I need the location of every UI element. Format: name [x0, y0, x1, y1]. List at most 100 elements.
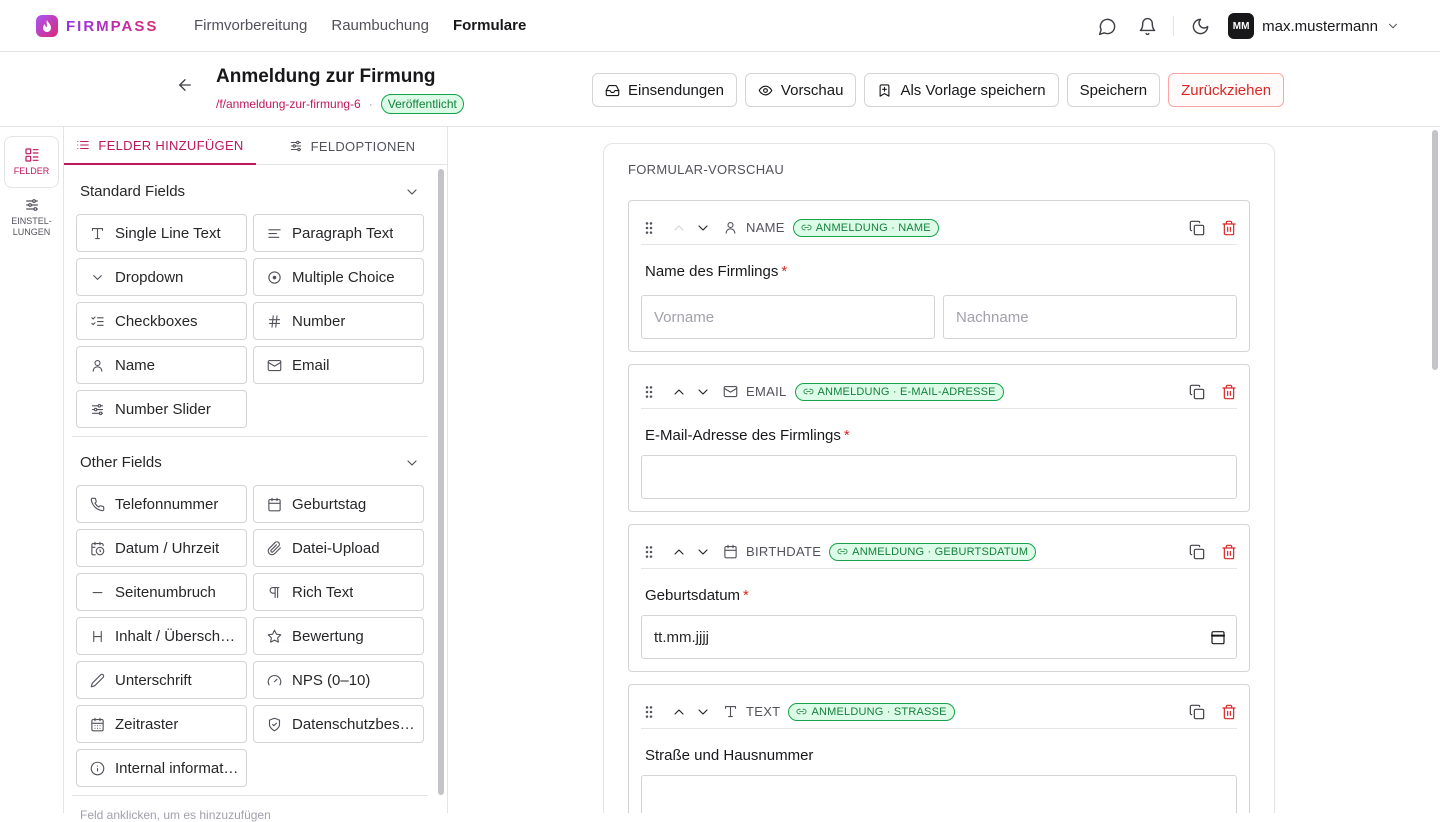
form-field-card[interactable]: TEXT ANMELDUNG · STRASSE Straße und Haus… — [628, 684, 1250, 813]
add-field-datenschutz[interactable]: Datenschutzbest… — [253, 705, 424, 743]
form-field-card[interactable]: NAME ANMELDUNG · NAME Name des Firmlings… — [628, 200, 1250, 352]
tab-add-fields-label: FELDER HINZUFÜGEN — [98, 137, 244, 153]
add-field-checkboxes[interactable]: Checkboxes — [76, 302, 247, 340]
tab-add-fields[interactable]: FELDER HINZUFÜGEN — [64, 127, 256, 165]
mail-icon — [723, 385, 738, 398]
field-label: Checkboxes — [115, 312, 198, 330]
add-field-name[interactable]: Name — [76, 346, 247, 384]
top-navigation: FIRMPASS Firmvorbereitung Raumbuchung Fo… — [0, 0, 1440, 52]
moon-icon[interactable] — [1186, 12, 1214, 40]
birthdate-input[interactable]: tt.mm.jjjj — [641, 615, 1237, 659]
add-field-rich-text[interactable]: Rich Text — [253, 573, 424, 611]
add-field-telefonnummer[interactable]: Telefonnummer — [76, 485, 247, 523]
copy-icon[interactable] — [1189, 220, 1205, 236]
mapping-badge: ANMELDUNG · GEBURTSDATUM — [829, 542, 1037, 561]
add-field-paragraph-text[interactable]: Paragraph Text — [253, 214, 424, 252]
chevron-down-icon[interactable] — [1386, 19, 1400, 33]
save-button[interactable]: Speichern — [1066, 73, 1161, 107]
avatar[interactable]: MM — [1228, 13, 1255, 39]
trash-icon[interactable] — [1221, 220, 1237, 236]
left-rail: FELDER EINSTEL- LUNGEN — [0, 127, 64, 813]
first-name-input[interactable]: Vorname — [641, 295, 935, 339]
trash-icon[interactable] — [1221, 544, 1237, 560]
user-icon — [92, 359, 103, 372]
form-slug-link[interactable]: /f/anmeldung-zur-firmung-6 — [216, 97, 361, 111]
nav-link-raumbuchung[interactable]: Raumbuchung — [331, 17, 429, 34]
rail-item-fields[interactable]: FELDER — [4, 136, 59, 188]
preview-scrollbar[interactable] — [1432, 130, 1438, 370]
add-field-number-slider[interactable]: Number Slider — [76, 390, 247, 428]
add-field-zeitraster[interactable]: Zeitraster — [76, 705, 247, 743]
tab-field-options[interactable]: FELDOPTIONEN — [256, 127, 448, 165]
add-field-seitenumbruch[interactable]: Seitenumbruch — [76, 573, 247, 611]
add-field-unterschrift[interactable]: Unterschrift — [76, 661, 247, 699]
chevron-down-icon[interactable] — [695, 544, 711, 560]
username[interactable]: max.mustermann — [1262, 18, 1378, 35]
submissions-button[interactable]: Einsendungen — [592, 73, 737, 107]
add-field-multiple-choice[interactable]: Multiple Choice — [253, 258, 424, 296]
field-label: Rich Text — [292, 583, 354, 601]
nav-divider — [1173, 16, 1175, 36]
grip-icon[interactable] — [641, 220, 657, 236]
required-asterisk: * — [743, 587, 749, 604]
form-field-card[interactable]: EMAIL ANMELDUNG · E-MAIL-ADRESSE E-Mail-… — [628, 364, 1250, 512]
panel-scrollbar[interactable] — [438, 169, 444, 795]
add-field-single-line-text[interactable]: Single Line Text — [76, 214, 247, 252]
add-field-email[interactable]: Email — [253, 346, 424, 384]
grip-icon[interactable] — [641, 544, 657, 560]
copy-icon[interactable] — [1189, 384, 1205, 400]
chevron-up-icon[interactable] — [671, 704, 687, 720]
last-name-input[interactable]: Nachname — [943, 295, 1237, 339]
copy-icon[interactable] — [1189, 544, 1205, 560]
other-fields-header[interactable]: Other Fields — [80, 454, 420, 471]
chevron-up-icon[interactable] — [671, 220, 687, 236]
add-field-datum-uhrzeit[interactable]: Datum / Uhrzeit — [76, 529, 247, 567]
form-field-card[interactable]: BIRTHDATE ANMELDUNG · GEBURTSDATUM Gebur… — [628, 524, 1250, 672]
nav-link-formulare[interactable]: Formulare — [453, 17, 526, 34]
bell-icon[interactable] — [1133, 12, 1161, 40]
save-template-button[interactable]: Als Vorlage speichern — [864, 73, 1059, 107]
add-field-dropdown[interactable]: Dropdown — [76, 258, 247, 296]
chevron-down-icon[interactable] — [695, 220, 711, 236]
add-field-internal-information[interactable]: Internal informati… — [76, 749, 247, 787]
email-input[interactable] — [641, 455, 1237, 499]
street-input[interactable] — [641, 775, 1237, 813]
trash-icon[interactable] — [1221, 704, 1237, 720]
info-icon — [90, 761, 105, 775]
grip-icon[interactable] — [641, 704, 657, 720]
paperclip-icon — [267, 540, 281, 555]
grip-icon[interactable] — [641, 384, 657, 400]
copy-icon[interactable] — [1189, 704, 1205, 720]
preview-button[interactable]: Vorschau — [744, 73, 857, 107]
add-field-geburtstag[interactable]: Geburtstag — [253, 485, 424, 523]
back-arrow-icon[interactable] — [176, 76, 196, 96]
add-field-inhalt-ueberschrift[interactable]: Inhalt / Überschri… — [76, 617, 247, 655]
chat-icon[interactable] — [1093, 12, 1121, 40]
standard-fields-header[interactable]: Standard Fields — [80, 183, 420, 200]
chevron-up-icon[interactable] — [671, 384, 687, 400]
link-icon — [803, 388, 813, 395]
hash-icon — [268, 314, 281, 328]
inbox-icon — [605, 84, 620, 96]
add-field-datei-upload[interactable]: Datei-Upload — [253, 529, 424, 567]
nav-link-firmvorbereitung[interactable]: Firmvorbereitung — [194, 17, 307, 34]
field-label: Number Slider — [115, 400, 211, 418]
brand-logo[interactable]: FIRMPASS — [36, 15, 158, 37]
trash-icon[interactable] — [1221, 384, 1237, 400]
chevron-down-icon[interactable] — [695, 704, 711, 720]
field-question-text: Geburtsdatum — [645, 587, 741, 604]
calendar-icon[interactable] — [1210, 629, 1226, 645]
chevron-down-icon[interactable] — [695, 384, 711, 400]
field-label: Datei-Upload — [292, 539, 380, 557]
add-field-number[interactable]: Number — [253, 302, 424, 340]
list-icon — [77, 140, 90, 150]
rail-item-settings[interactable]: EINSTEL- LUNGEN — [4, 191, 59, 243]
chevron-up-icon[interactable] — [671, 544, 687, 560]
field-label: Paragraph Text — [292, 224, 394, 242]
add-field-nps[interactable]: NPS (0–10) — [253, 661, 424, 699]
standard-fields-title: Standard Fields — [80, 183, 186, 200]
add-field-bewertung[interactable]: Bewertung — [253, 617, 424, 655]
withdraw-button[interactable]: Zurückziehen — [1168, 73, 1285, 107]
field-label: Single Line Text — [115, 224, 221, 242]
field-question-label: Name des Firmlings * — [645, 263, 787, 280]
